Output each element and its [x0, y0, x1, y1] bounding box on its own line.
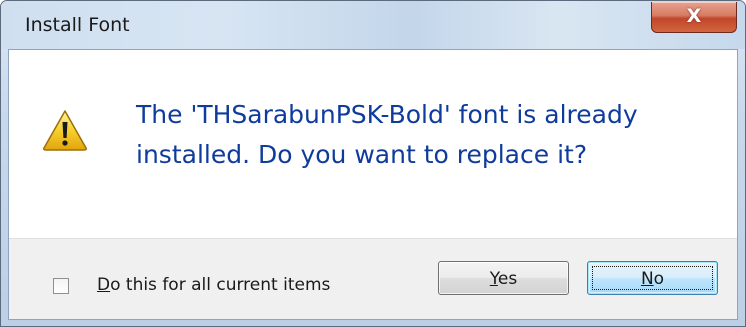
apply-to-all-label[interactable]: Do this for all current items — [97, 273, 330, 297]
yes-label: es — [497, 269, 518, 289]
warning-icon — [43, 110, 87, 151]
title-bar[interactable]: Install Font X — [1, 1, 745, 49]
close-icon: X — [686, 5, 702, 27]
no-button[interactable]: No — [587, 261, 718, 295]
yes-button[interactable]: Yes — [438, 261, 569, 295]
install-font-dialog: Install Font X The 'THSarabunPSK-Bold' f… — [0, 0, 746, 327]
apply-to-all-checkbox[interactable] — [53, 278, 69, 294]
yes-mnemonic: Y — [489, 269, 498, 289]
dialog-body: The 'THSarabunPSK-Bold' font is already … — [8, 49, 738, 320]
message-area: The 'THSarabunPSK-Bold' font is already … — [9, 50, 737, 239]
focus-rectangle — [592, 266, 713, 290]
dialog-message: The 'THSarabunPSK-Bold' font is already … — [136, 100, 638, 169]
checkbox-mnemonic: D — [97, 275, 111, 295]
window-title: Install Font — [25, 14, 130, 36]
close-button[interactable]: X — [651, 2, 737, 33]
dialog-footer: Do this for all current items Yes No — [9, 239, 737, 319]
checkbox-label-text: o this for all current items — [110, 275, 331, 295]
